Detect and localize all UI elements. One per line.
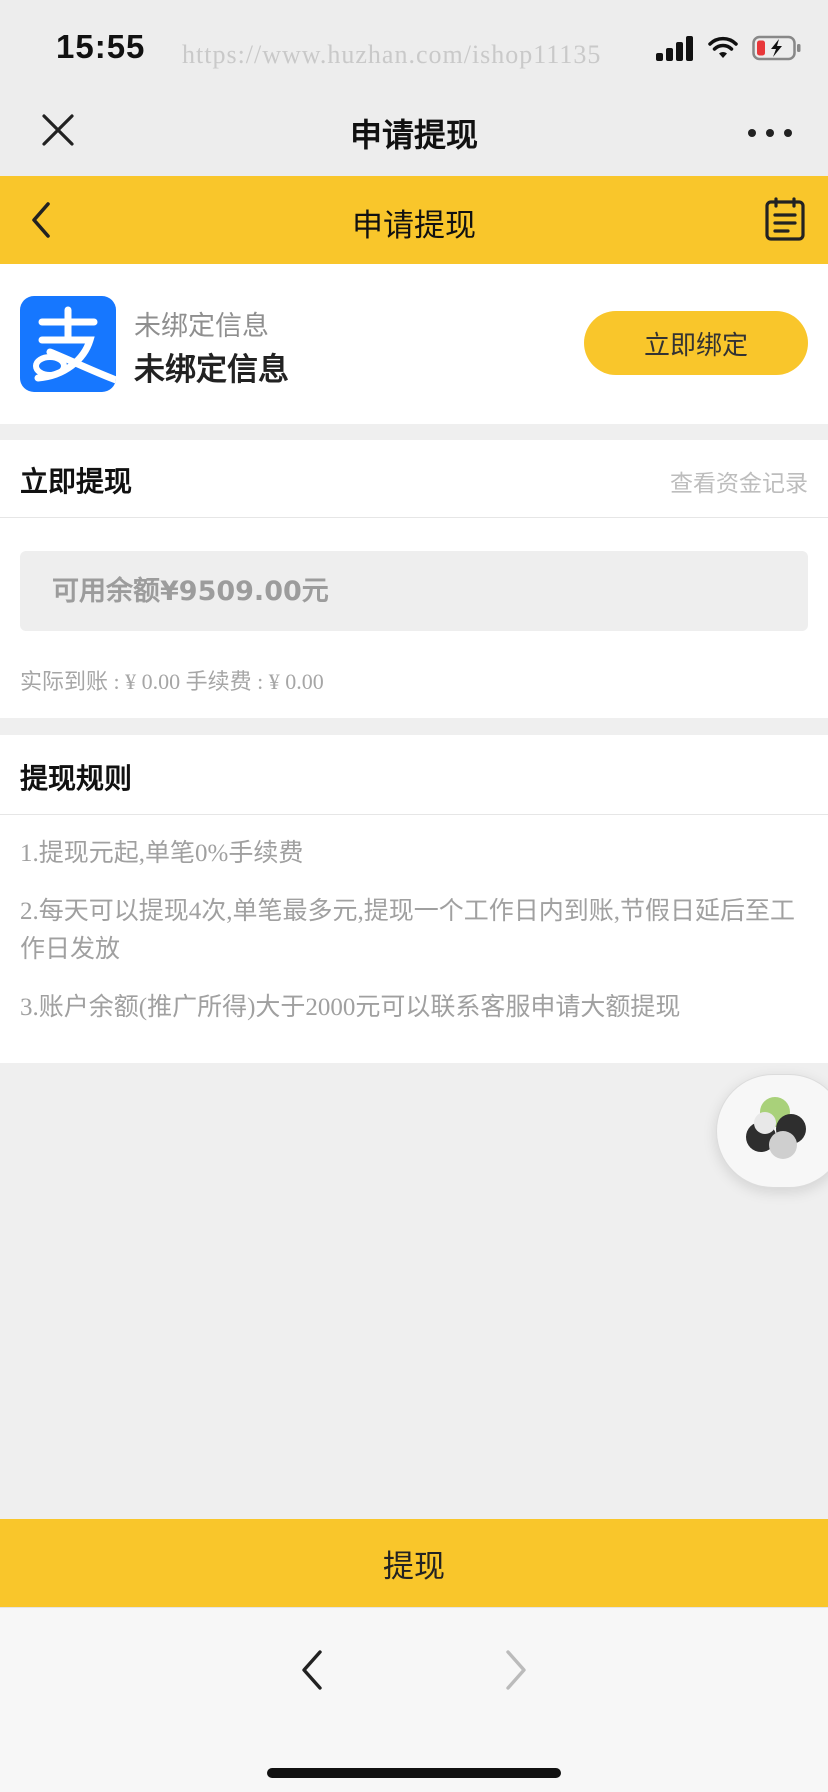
withdraw-page: 15:55 https://www.huzhan.com/ishop11135 xyxy=(0,0,828,1792)
amount-input[interactable] xyxy=(20,551,808,631)
wechat-nav-title: 申请提现 xyxy=(349,116,478,154)
wechat-nav-bar: 申请提现 xyxy=(0,90,828,176)
rule-item: 1.提现元起,单笔0%手续费 xyxy=(20,840,304,867)
fund-record-link[interactable]: 查看资金记录 xyxy=(670,464,808,498)
page-title: 申请提现 xyxy=(352,208,476,244)
wifi-icon xyxy=(708,36,738,60)
rule-item: 2.每天可以提现4次,单笔最多元,提现一个工作日内到账,节假日延后至工作日发放 xyxy=(20,898,796,963)
alipay-icon xyxy=(20,296,116,392)
withdraw-section-header: 立即提现 查看资金记录 xyxy=(0,440,828,518)
rule-item: 3.账户余额(推广所得)大于2000元可以联系客服申请大额提现 xyxy=(20,994,681,1021)
bind-now-button[interactable]: 立即绑定 xyxy=(584,311,808,375)
withdraw-submit-button[interactable]: 提现 xyxy=(0,1519,828,1607)
status-time: 15:55 xyxy=(56,28,146,65)
battery-charging-icon xyxy=(752,35,802,61)
more-icon[interactable] xyxy=(748,118,792,148)
rules-header: 提现规则 xyxy=(0,735,828,815)
home-indicator[interactable] xyxy=(267,1768,561,1778)
bind-main-label: 未绑定信息 xyxy=(134,352,289,388)
rules-title: 提现规则 xyxy=(20,762,133,795)
bind-sub-label: 未绑定信息 xyxy=(134,311,269,342)
signal-icon xyxy=(656,35,694,61)
status-bar: 15:55 https://www.huzhan.com/ishop11135 xyxy=(0,0,828,90)
status-icons xyxy=(656,32,802,64)
floating-window-button[interactable] xyxy=(716,1074,828,1188)
bind-card: 未绑定信息 未绑定信息 立即绑定 xyxy=(0,264,828,424)
withdraw-title: 立即提现 xyxy=(20,465,133,498)
app-header: 申请提现 xyxy=(0,176,828,264)
nav-back-icon[interactable] xyxy=(296,1648,330,1692)
fee-summary: 实际到账 : ¥ 0.00 手续费 : ¥ 0.00 xyxy=(20,669,324,694)
withdraw-section: 立即提现 查看资金记录 实际到账 : ¥ 0.00 手续费 : ¥ 0.00 xyxy=(0,440,828,718)
record-list-icon[interactable] xyxy=(764,196,806,242)
browser-toolbar xyxy=(0,1607,828,1792)
nav-forward-icon[interactable] xyxy=(498,1648,532,1692)
watermark-text: https://www.huzhan.com/ishop11135 xyxy=(182,40,602,69)
floating-window-icon xyxy=(746,1097,806,1159)
rules-section: 提现规则 1.提现元起,单笔0%手续费 2.每天可以提现4次,单笔最多元,提现一… xyxy=(0,735,828,1063)
